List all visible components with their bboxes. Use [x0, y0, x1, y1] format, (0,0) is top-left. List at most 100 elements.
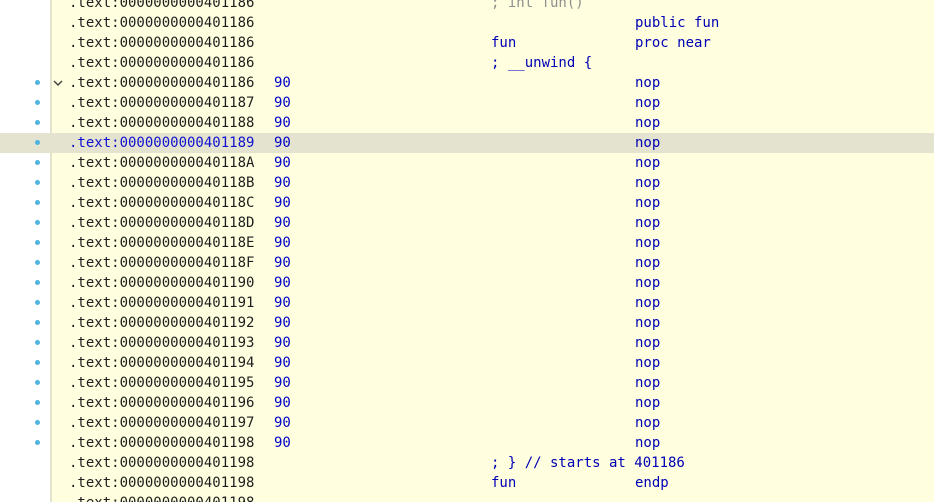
row-instruction[interactable]: nop [635, 273, 660, 293]
row-address[interactable]: .text:000000000040118D [69, 213, 254, 233]
breakpoint-dot-icon[interactable] [35, 260, 40, 265]
breakpoint-dot-icon[interactable] [35, 340, 40, 345]
listing-row[interactable]: .text:0000000000401188 90 nop [0, 113, 934, 133]
listing-row[interactable]: .text:0000000000401191 90 nop [0, 293, 934, 313]
disassembly-view[interactable]: .text:0000000000401186 ; int fun() .text… [0, 0, 934, 502]
listing-row[interactable]: .text:0000000000401186 ; int fun() [0, 0, 934, 13]
listing-row[interactable]: .text:0000000000401198 90 nop [0, 433, 934, 453]
breakpoint-dot-icon[interactable] [35, 220, 40, 225]
row-instruction[interactable]: nop [635, 173, 660, 193]
breakpoint-dot-icon[interactable] [35, 320, 40, 325]
listing-row[interactable]: .text:000000000040118D 90 nop [0, 213, 934, 233]
row-address[interactable]: .text:0000000000401196 [69, 393, 254, 413]
listing-row[interactable]: .text:0000000000401186 90 nop [0, 73, 934, 93]
row-address[interactable]: .text:0000000000401192 [69, 313, 254, 333]
breakpoint-dot-icon[interactable] [35, 80, 40, 85]
breakpoint-dot-icon[interactable] [35, 440, 40, 445]
breakpoint-dot-icon[interactable] [35, 300, 40, 305]
row-address[interactable]: .text:0000000000401186 [69, 13, 254, 33]
breakpoint-dot-icon[interactable] [35, 280, 40, 285]
row-instruction[interactable]: nop [635, 113, 660, 133]
row-address[interactable]: .text:0000000000401186 [69, 33, 254, 53]
row-instruction[interactable]: nop [635, 413, 660, 433]
listing-row[interactable]: .text:0000000000401186 public fun [0, 13, 934, 33]
listing-row[interactable]: .text:0000000000401193 90 nop [0, 333, 934, 353]
listing-row[interactable]: .text:0000000000401195 90 nop [0, 373, 934, 393]
listing-row[interactable]: .text:0000000000401187 90 nop [0, 93, 934, 113]
row-instruction[interactable]: nop [635, 293, 660, 313]
row-label[interactable]: ; } // starts at 401186 [491, 453, 685, 473]
listing-row[interactable]: .text:0000000000401192 90 nop [0, 313, 934, 333]
row-address[interactable]: .text:0000000000401198 [69, 453, 254, 473]
breakpoint-dot-icon[interactable] [35, 160, 40, 165]
row-address[interactable]: .text:000000000040118A [69, 153, 254, 173]
row-address[interactable]: .text:0000000000401197 [69, 413, 254, 433]
row-address[interactable]: .text:0000000000401194 [69, 353, 254, 373]
row-address[interactable]: .text:0000000000401186 [69, 73, 254, 93]
row-address[interactable]: .text:0000000000401186 [69, 53, 254, 73]
listing-row[interactable]: .text:000000000040118C 90 nop [0, 193, 934, 213]
breakpoint-dot-icon[interactable] [35, 200, 40, 205]
listing-row[interactable]: .text:0000000000401186 fun proc near [0, 33, 934, 53]
row-instruction[interactable]: nop [635, 253, 660, 273]
row-address[interactable]: .text:0000000000401187 [69, 93, 254, 113]
row-instruction[interactable]: nop [635, 353, 660, 373]
listing-row[interactable]: .text:0000000000401189 90 nop [0, 133, 934, 153]
row-address[interactable]: .text:0000000000401198 [69, 473, 254, 493]
row-address[interactable]: .text:000000000040118F [69, 253, 254, 273]
breakpoint-dot-icon[interactable] [35, 360, 40, 365]
breakpoint-dot-icon[interactable] [35, 120, 40, 125]
row-instruction[interactable]: proc near [635, 33, 711, 53]
row-instruction[interactable]: endp [635, 473, 669, 493]
listing-row[interactable]: .text:0000000000401198 [0, 493, 934, 502]
listing-row[interactable]: .text:000000000040118E 90 nop [0, 233, 934, 253]
listing-row[interactable]: .text:0000000000401197 90 nop [0, 413, 934, 433]
row-label[interactable]: fun [491, 473, 516, 493]
listing-row[interactable]: .text:000000000040118B 90 nop [0, 173, 934, 193]
breakpoint-dot-icon[interactable] [35, 180, 40, 185]
row-address[interactable]: .text:000000000040118B [69, 173, 254, 193]
row-address[interactable]: .text:0000000000401198 [69, 493, 254, 502]
row-label[interactable]: fun [491, 33, 516, 53]
row-instruction[interactable]: nop [635, 193, 660, 213]
listing-row[interactable]: .text:0000000000401198 fun endp [0, 473, 934, 493]
listing-row[interactable]: .text:0000000000401190 90 nop [0, 273, 934, 293]
listing-row[interactable]: .text:0000000000401186 ; __unwind { [0, 53, 934, 73]
row-instruction[interactable]: public fun [635, 13, 719, 33]
row-instruction[interactable]: nop [635, 233, 660, 253]
row-address[interactable]: .text:0000000000401193 [69, 333, 254, 353]
row-address[interactable]: .text:0000000000401186 [69, 0, 254, 13]
breakpoint-dot-icon[interactable] [35, 380, 40, 385]
breakpoint-dot-icon[interactable] [35, 240, 40, 245]
row-instruction[interactable]: nop [635, 393, 660, 413]
row-instruction[interactable]: nop [635, 153, 660, 173]
row-instruction[interactable]: nop [635, 333, 660, 353]
breakpoint-dot-icon[interactable] [35, 420, 40, 425]
row-label[interactable]: ; __unwind { [491, 53, 592, 73]
row-instruction[interactable]: nop [635, 93, 660, 113]
listing-row[interactable]: .text:0000000000401194 90 nop [0, 353, 934, 373]
row-instruction[interactable]: nop [635, 73, 660, 93]
row-address[interactable]: .text:000000000040118E [69, 233, 254, 253]
breakpoint-dot-icon[interactable] [35, 100, 40, 105]
row-instruction[interactable]: nop [635, 373, 660, 393]
row-instruction[interactable]: nop [635, 313, 660, 333]
breakpoint-dot-icon[interactable] [35, 140, 40, 145]
chevron-down-icon[interactable] [53, 78, 63, 88]
row-address[interactable]: .text:0000000000401198 [69, 433, 254, 453]
row-address[interactable]: .text:0000000000401190 [69, 273, 254, 293]
row-label[interactable]: ; int fun() [491, 0, 584, 13]
listing-row[interactable]: .text:000000000040118F 90 nop [0, 253, 934, 273]
row-address[interactable]: .text:0000000000401195 [69, 373, 254, 393]
disassembly-listing[interactable]: .text:0000000000401186 ; int fun() .text… [0, 0, 934, 502]
listing-row[interactable]: .text:0000000000401196 90 nop [0, 393, 934, 413]
row-instruction[interactable]: nop [635, 433, 660, 453]
breakpoint-dot-icon[interactable] [35, 400, 40, 405]
row-address[interactable]: .text:0000000000401189 [69, 133, 254, 153]
row-address[interactable]: .text:0000000000401188 [69, 113, 254, 133]
listing-row[interactable]: .text:0000000000401198 ; } // starts at … [0, 453, 934, 473]
row-address[interactable]: .text:0000000000401191 [69, 293, 254, 313]
row-instruction[interactable]: nop [635, 133, 660, 153]
row-instruction[interactable]: nop [635, 213, 660, 233]
listing-row[interactable]: .text:000000000040118A 90 nop [0, 153, 934, 173]
